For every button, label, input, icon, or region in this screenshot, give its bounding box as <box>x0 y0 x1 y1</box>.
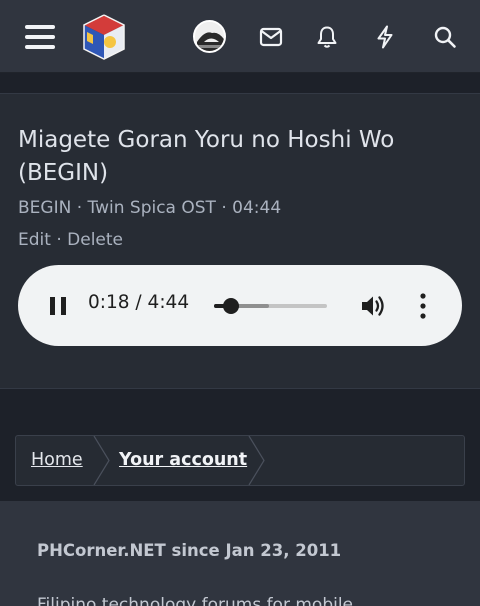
hamburger-menu-icon[interactable] <box>20 0 60 73</box>
total-time: 4:44 <box>147 292 190 313</box>
site-logo-cube-icon <box>83 13 125 60</box>
media-item-card: Miagete Goran Yoru no Hoshi Wo (BEGIN) B… <box>0 93 480 389</box>
breadcrumb-home[interactable]: Home <box>31 436 83 485</box>
top-navigation-bar <box>0 0 480 73</box>
seek-slider[interactable] <box>214 298 327 314</box>
breadcrumb: Home Your account <box>15 435 465 486</box>
delete-link[interactable]: Delete <box>67 230 123 250</box>
volume-icon[interactable] <box>360 293 388 319</box>
media-duration: 04:44 <box>232 198 282 218</box>
meta-separator: · <box>215 198 233 218</box>
media-title: Miagete Goran Yoru no Hoshi Wo (BEGIN) <box>18 127 395 186</box>
site-footer: PHCorner.NET since Jan 23, 2011 Filipino… <box>0 501 480 606</box>
edit-link[interactable]: Edit <box>18 230 51 250</box>
more-vertical-icon[interactable] <box>413 291 433 321</box>
meta-separator: · <box>71 198 88 218</box>
footer-tagline: Filipino technology forums for mobile <box>37 595 354 606</box>
breadcrumb-your-account[interactable]: Your account <box>119 436 247 485</box>
media-artist: BEGIN <box>18 198 72 218</box>
media-album: Twin Spica OST <box>87 198 216 218</box>
search-icon[interactable] <box>425 0 465 73</box>
page-gutter <box>0 74 480 93</box>
playback-time: 0:18 / 4:44 <box>88 292 189 313</box>
actions-separator: · <box>50 230 68 250</box>
lightning-bolt-icon[interactable] <box>365 0 405 73</box>
breadcrumb-chevron-icon <box>93 436 110 485</box>
pause-icon[interactable] <box>50 297 66 315</box>
breadcrumb-chevron-icon <box>248 436 265 485</box>
time-separator: / <box>129 292 148 313</box>
envelope-icon[interactable] <box>251 0 291 73</box>
avatar-image-icon <box>194 22 224 51</box>
current-time: 0:18 <box>88 292 130 313</box>
footer-since: PHCorner.NET since Jan 23, 2011 <box>37 541 342 560</box>
user-avatar[interactable] <box>190 0 228 73</box>
audio-player: 0:18 / 4:44 <box>18 265 462 346</box>
media-meta: BEGIN · Twin Spica OST · 04:44 <box>18 198 281 218</box>
seek-thumb[interactable] <box>222 298 239 314</box>
media-actions: Edit · Delete <box>18 230 123 250</box>
site-logo[interactable] <box>78 0 130 73</box>
bell-icon[interactable] <box>307 0 347 73</box>
